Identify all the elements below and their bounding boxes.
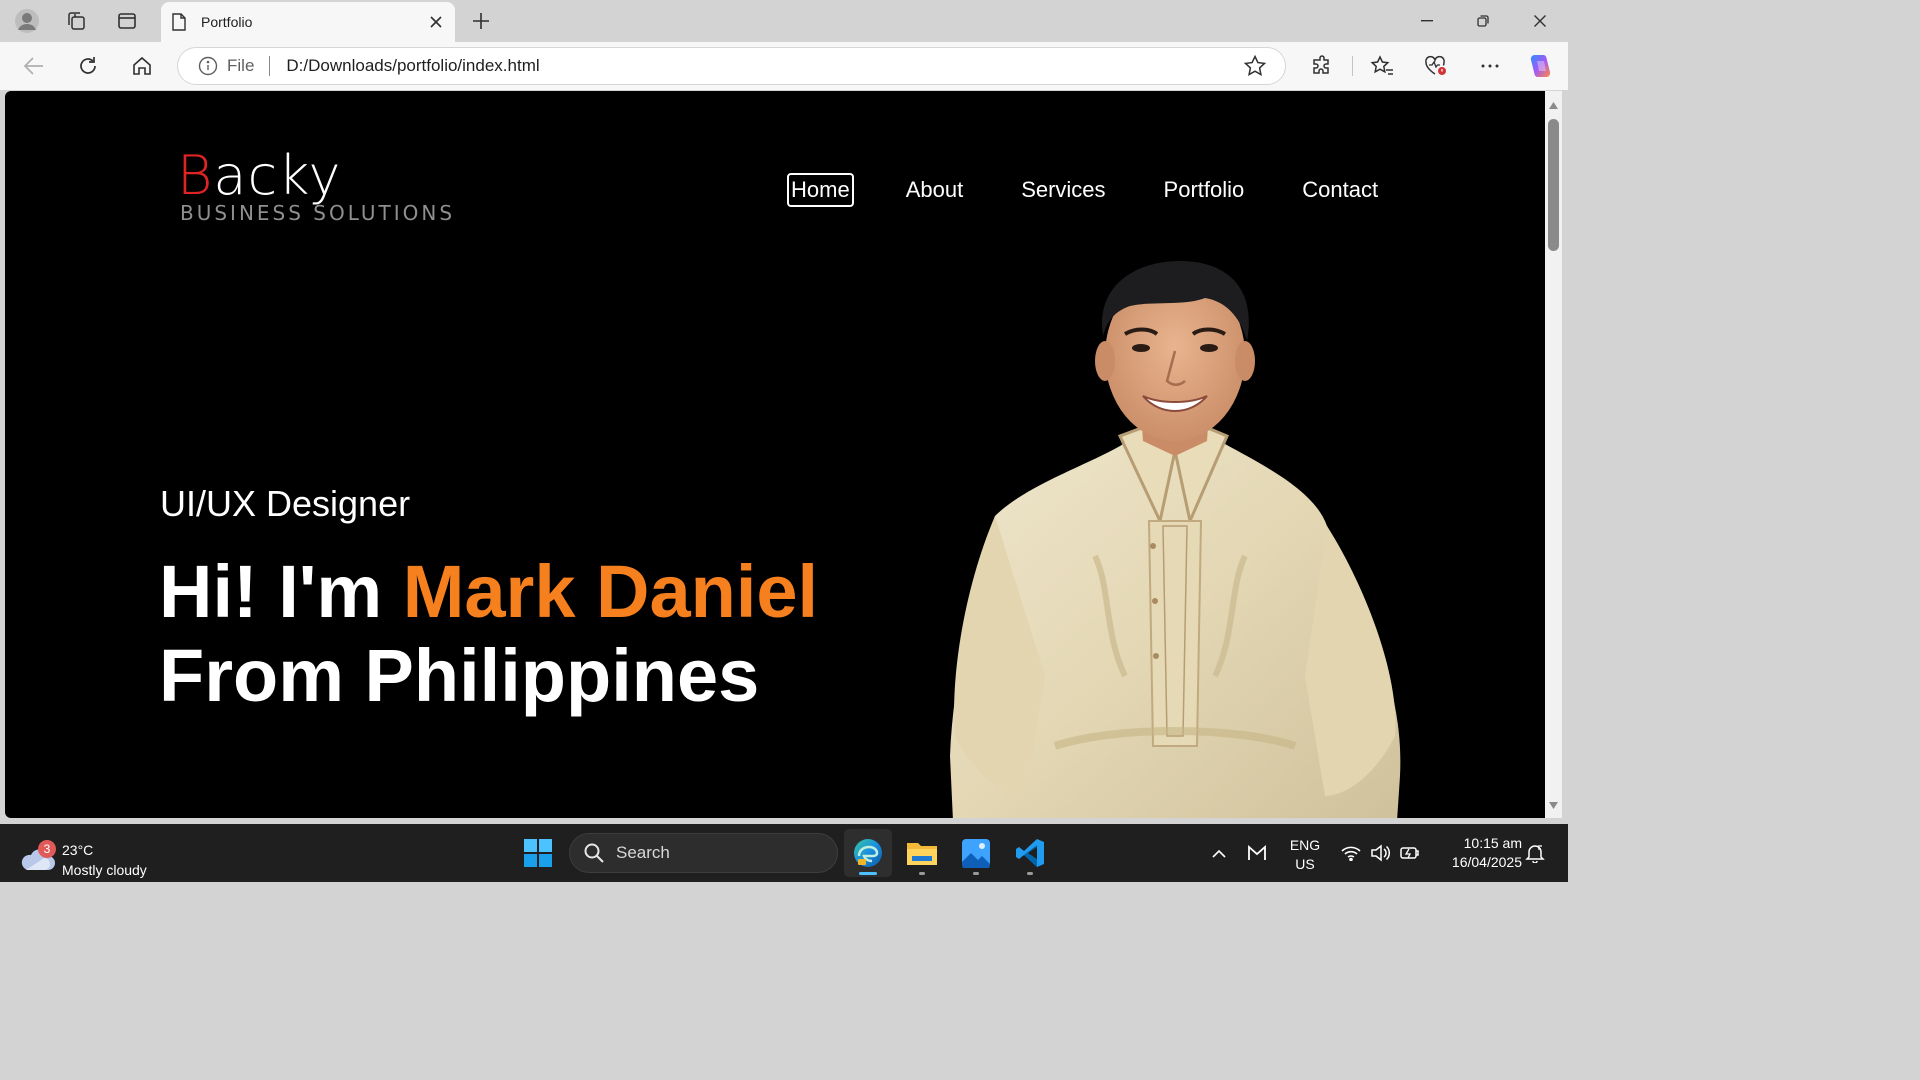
active-app-indicator	[859, 872, 877, 875]
tab-actions-icon[interactable]	[111, 5, 143, 37]
nav-contact-link[interactable]: Contact	[1300, 175, 1380, 205]
file-explorer-icon	[906, 839, 938, 867]
taskbar-search-box[interactable]: Search	[569, 833, 838, 873]
clock-date: 16/04/2025	[1451, 854, 1522, 870]
gmail-tray-icon[interactable]	[1245, 841, 1269, 865]
address-bar[interactable]: File D:/Downloads/portfolio/index.html	[177, 47, 1286, 85]
weather-notification-badge: 3	[38, 840, 56, 858]
taskbar-photos-button[interactable]	[952, 829, 1000, 877]
workspaces-icon[interactable]	[60, 5, 92, 37]
tab-portfolio[interactable]: Portfolio	[161, 2, 455, 42]
copilot-icon[interactable]	[1524, 50, 1556, 82]
more-icon[interactable]	[1474, 50, 1506, 82]
weather-widget[interactable]: 3 23°C Mostly cloudy	[20, 832, 180, 878]
clock-time: 10:15 am	[1463, 835, 1522, 851]
battery-charging-icon[interactable]	[1398, 841, 1422, 865]
scroll-down-arrow-icon[interactable]	[1548, 800, 1559, 811]
page-icon	[171, 13, 187, 31]
wifi-icon[interactable]	[1339, 841, 1363, 865]
notifications-bell-icon[interactable]	[1523, 841, 1547, 865]
system-clock[interactable]: 10:15 am 16/04/2025	[1436, 834, 1522, 872]
hero-name: Mark Daniel	[402, 550, 819, 633]
taskbar-file-explorer-button[interactable]	[898, 829, 946, 877]
taskbar-vscode-button[interactable]	[1006, 829, 1054, 877]
tab-title: Portfolio	[201, 14, 253, 30]
hero-origin: From Philippines	[159, 634, 760, 717]
main-nav: Home About Services Portfolio Contact	[787, 173, 1434, 207]
refresh-icon[interactable]	[72, 50, 104, 82]
hero-role: UI/UX Designer	[160, 483, 411, 524]
omnibox-divider	[269, 56, 271, 76]
page-viewport: Backy BUSINESS SOLUTIONS Home About Serv…	[5, 91, 1545, 818]
hero-greeting-line: Hi! I'm Mark Daniel	[159, 549, 818, 635]
portrait-photo	[935, 256, 1415, 818]
browser-toolbar: File D:/Downloads/portfolio/index.html	[0, 42, 1568, 90]
edge-icon	[852, 837, 884, 869]
vscode-icon	[1015, 838, 1045, 868]
taskbar-edge-button[interactable]	[844, 829, 892, 877]
url-scheme-label: File	[227, 56, 255, 75]
logo-wordmark: Backy	[177, 144, 342, 207]
home-icon[interactable]	[126, 50, 158, 82]
logo-tagline: BUSINESS SOLUTIONS	[180, 201, 456, 225]
search-icon	[584, 843, 604, 863]
language-code: ENG	[1289, 837, 1321, 853]
hero-greeting: Hi! I'm	[159, 550, 383, 633]
region-code: US	[1295, 856, 1315, 872]
site-info-icon[interactable]	[198, 56, 218, 76]
running-app-indicator	[919, 872, 925, 875]
photos-icon	[961, 838, 991, 868]
favorites-icon[interactable]	[1366, 50, 1398, 82]
back-icon[interactable]	[18, 50, 50, 82]
volume-icon[interactable]	[1368, 841, 1392, 865]
close-tab-icon[interactable]	[427, 13, 445, 31]
search-placeholder: Search	[616, 843, 670, 862]
close-window-button[interactable]	[1512, 0, 1568, 42]
browser-essentials-icon[interactable]	[1420, 50, 1452, 82]
input-language-indicator[interactable]: ENG US	[1288, 836, 1322, 874]
extensions-icon[interactable]	[1306, 50, 1338, 82]
new-tab-button[interactable]	[466, 6, 496, 36]
running-app-indicator	[1027, 872, 1033, 875]
scroll-thumb[interactable]	[1548, 119, 1559, 251]
minimize-button[interactable]	[1399, 0, 1455, 42]
nav-portfolio-link[interactable]: Portfolio	[1162, 175, 1247, 205]
favorite-star-icon[interactable]	[1243, 54, 1267, 78]
running-app-indicator	[973, 872, 979, 875]
restore-button[interactable]	[1455, 0, 1511, 42]
url-text[interactable]: D:/Downloads/portfolio/index.html	[286, 56, 1243, 76]
windows-taskbar: 3 23°C Mostly cloudy Search ENG US 10:15…	[0, 824, 1568, 882]
nav-services-link[interactable]: Services	[1019, 175, 1107, 205]
nav-about-link[interactable]: About	[904, 175, 966, 205]
weather-condition: Mostly cloudy	[62, 862, 147, 878]
nav-home-link[interactable]: Home	[787, 173, 854, 207]
toolbar-divider	[1352, 56, 1353, 76]
windows-start-icon[interactable]	[522, 837, 554, 869]
weather-temperature: 23°C	[62, 842, 94, 858]
chevron-up-icon[interactable]	[1207, 841, 1231, 865]
profile-avatar-icon[interactable]	[11, 5, 43, 37]
brand-logo[interactable]: Backy BUSINESS SOLUTIONS	[177, 144, 452, 226]
tab-strip: Portfolio	[0, 0, 1568, 42]
scroll-up-arrow-icon[interactable]	[1548, 100, 1559, 111]
page-scrollbar[interactable]	[1545, 91, 1562, 818]
